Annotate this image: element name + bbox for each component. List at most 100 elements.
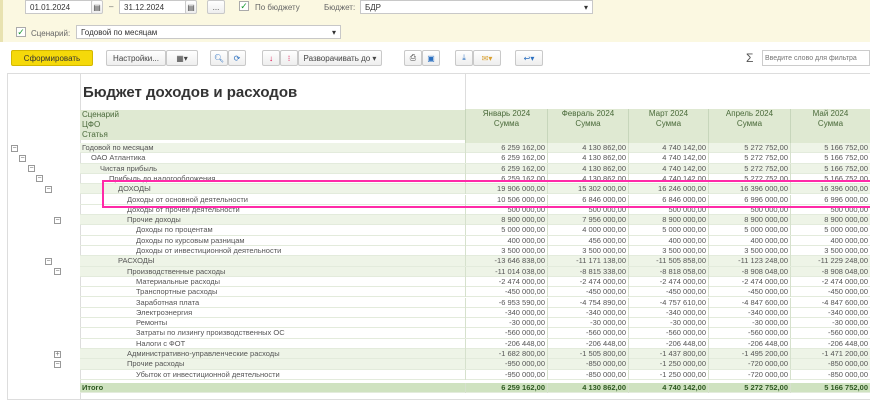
collapse-icon[interactable]: − bbox=[45, 257, 52, 265]
cell-value: -1 250 000,00 bbox=[628, 359, 708, 370]
cell-value: -2 474 000,00 bbox=[465, 276, 547, 287]
cell-value: 5 000 000,00 bbox=[708, 225, 790, 236]
cell-value: 8 900 000,00 bbox=[628, 215, 708, 226]
search-replace-icon[interactable]: ⟳ bbox=[228, 50, 246, 66]
by-budget-checkbox[interactable]: ✓ bbox=[239, 1, 249, 11]
filter-search-input[interactable] bbox=[762, 50, 870, 66]
expand-to-label: Разворачивать до bbox=[303, 53, 371, 63]
budget-select[interactable]: БДР ▾ bbox=[360, 0, 593, 14]
cell-value: 6 259 162,00 bbox=[465, 153, 547, 164]
row-label: Материальные расходы bbox=[136, 276, 220, 286]
sum-label: Сумма bbox=[736, 119, 763, 128]
calendar-icon[interactable]: ▤ bbox=[185, 0, 197, 14]
table-row[interactable]: Административно-управленческие расходы -1… bbox=[80, 349, 870, 360]
cell-value: -30 000,00 bbox=[547, 318, 628, 329]
calendar-icon[interactable]: ▤ bbox=[91, 0, 103, 14]
cell-value: -340 000,00 bbox=[547, 307, 628, 318]
sigma-icon[interactable]: Σ bbox=[746, 51, 753, 65]
row-label: Прочие доходы bbox=[127, 215, 181, 225]
row-label: ОАО Атлантика bbox=[91, 153, 146, 163]
table-row[interactable]: Доходы от инвестиционной деятельности 3 5… bbox=[80, 246, 870, 257]
month-label: Май 2024 bbox=[812, 109, 849, 118]
month-header: Январь 2024 Сумма bbox=[465, 109, 547, 143]
cell-value: 5 000 000,00 bbox=[628, 225, 708, 236]
cell-value: 400 000,00 bbox=[790, 235, 870, 246]
month-header: Май 2024 Сумма bbox=[790, 109, 870, 143]
cell-value: 5 166 752,00 bbox=[790, 153, 870, 164]
cell-value: -950 000,00 bbox=[465, 369, 547, 380]
cell-value: 4 000 000,00 bbox=[547, 225, 628, 236]
cell-value: -206 448,00 bbox=[790, 338, 870, 349]
more-actions-icon[interactable]: ↩▾ bbox=[515, 50, 543, 66]
table-row[interactable]: Электроэнергия -340 000,00 -340 000,00 -340… bbox=[80, 307, 870, 319]
cell-value: 4 740 142,00 bbox=[628, 143, 708, 153]
table-row[interactable]: Чистая прибыль 6 259 162,00 4 130 862,00 4 … bbox=[80, 163, 870, 174]
sum-label: Сумма bbox=[817, 119, 844, 128]
table-row[interactable]: Транспортные расходы -450 000,00 -450 000,… bbox=[80, 287, 870, 298]
cell-value: 4 130 862,00 bbox=[547, 143, 628, 153]
cell-value: 4 130 862,00 bbox=[547, 163, 628, 174]
cell-value: 7 956 000,00 bbox=[547, 215, 628, 226]
total-row[interactable]: Итого 6 259 162,00 4 130 862,00 4 740 142,0… bbox=[80, 382, 870, 394]
table-row[interactable]: Прочие расходы -950 000,00 -850 000,00 -1 2… bbox=[80, 359, 870, 370]
table-row[interactable]: РАСХОДЫ -13 646 838,00 -11 171 138,00 -11 5… bbox=[80, 256, 870, 267]
table-row[interactable]: Затраты по лизингу производственных ОС -5… bbox=[80, 328, 870, 339]
cell-value: 5 000 000,00 bbox=[465, 225, 547, 236]
table-row[interactable]: Производственные расходы -11 014 038,00 -8… bbox=[80, 266, 870, 277]
collapse-icon[interactable]: − bbox=[54, 268, 61, 276]
search-icon[interactable]: 🔍︎ bbox=[210, 50, 228, 66]
collapse-icon[interactable]: − bbox=[28, 165, 35, 173]
table-row[interactable]: Налоги с ФОТ -206 448,00 -206 448,00 -206 4… bbox=[80, 338, 870, 349]
table-row[interactable]: Убыток от инвестиционной деятельности -95… bbox=[80, 369, 870, 380]
cell-value: -2 474 000,00 bbox=[547, 276, 628, 287]
cell-value: -30 000,00 bbox=[708, 318, 790, 329]
table-row[interactable]: ОАО Атлантика 6 259 162,00 4 130 862,00 4 7… bbox=[80, 153, 870, 164]
cell-value: -11 171 138,00 bbox=[547, 256, 628, 267]
row-label: Доходы по курсовым разницам bbox=[136, 235, 245, 245]
print-preview-icon[interactable]: ▣ bbox=[422, 50, 440, 66]
variants-icon[interactable]: ▦▾ bbox=[166, 50, 198, 66]
table-row[interactable]: Заработная плата -6 953 590,00 -4 754 890,… bbox=[80, 297, 870, 308]
expand-to-button[interactable]: Разворачивать до ▾ bbox=[298, 50, 382, 66]
collapse-icon[interactable]: − bbox=[19, 154, 26, 162]
cell-value: 5 272 752,00 bbox=[708, 163, 790, 174]
group-icon[interactable]: ⁝ bbox=[280, 50, 298, 66]
cell-value: 8 900 000,00 bbox=[708, 215, 790, 226]
mail-icon[interactable]: ✉▾ bbox=[473, 50, 501, 66]
date-separator: – bbox=[109, 2, 114, 11]
cell-value: 3 500 000,00 bbox=[547, 246, 628, 256]
expand-icon[interactable]: + bbox=[54, 350, 61, 358]
print-icon[interactable]: ⎙ bbox=[404, 50, 422, 66]
date-to-field[interactable]: 31.12.2024 bbox=[119, 0, 187, 14]
collapse-icon[interactable]: − bbox=[11, 144, 18, 152]
collapse-icon[interactable]: − bbox=[54, 216, 61, 224]
table-row[interactable]: Годовой по месяцам 6 259 162,00 4 130 862,… bbox=[80, 143, 870, 154]
cell-value: -206 448,00 bbox=[708, 338, 790, 349]
cell-value: 5 272 752,00 bbox=[708, 143, 790, 153]
scenario-value: Годовой по месяцам bbox=[81, 28, 158, 37]
cell-value: 456 000,00 bbox=[547, 235, 628, 246]
cell-value: 5 272 752,00 bbox=[708, 153, 790, 164]
scenario-checkbox[interactable]: ✓ bbox=[16, 27, 26, 37]
table-row[interactable]: Материальные расходы -2 474 000,00 -2 474 … bbox=[80, 276, 870, 288]
row-label: Налоги с ФОТ bbox=[136, 338, 186, 348]
table-row[interactable]: Ремонты -30 000,00 -30 000,00 -30 000,00 -30… bbox=[80, 318, 870, 329]
period-button[interactable]: ... bbox=[207, 0, 225, 14]
collapse-icon[interactable]: − bbox=[36, 175, 43, 183]
table-row[interactable]: Прочие доходы 8 900 000,00 7 956 000,00 8 9… bbox=[80, 215, 870, 226]
sort-icon[interactable]: ↓ bbox=[262, 50, 280, 66]
cell-value: 4 130 862,00 bbox=[547, 153, 628, 164]
table-row[interactable]: Доходы по курсовым разницам 400 000,00 456… bbox=[80, 235, 870, 246]
cell-value: -340 000,00 bbox=[790, 307, 870, 318]
table-row[interactable]: Доходы по процентам 5 000 000,00 4 000 000… bbox=[80, 225, 870, 236]
cell-value: -560 000,00 bbox=[465, 328, 547, 339]
cell-value: -450 000,00 bbox=[547, 287, 628, 298]
collapse-icon[interactable]: − bbox=[45, 185, 52, 193]
save-icon[interactable]: ⤓ bbox=[455, 50, 473, 66]
generate-button[interactable]: Сформировать bbox=[11, 50, 93, 66]
collapse-icon[interactable]: − bbox=[54, 360, 61, 368]
date-from-field[interactable]: 01.01.2024 bbox=[25, 0, 93, 14]
scenario-select[interactable]: Годовой по месяцам ▾ bbox=[76, 25, 341, 39]
row-label: Доходы от инвестиционной деятельности bbox=[136, 246, 282, 255]
settings-button[interactable]: Настройки... bbox=[106, 50, 166, 66]
